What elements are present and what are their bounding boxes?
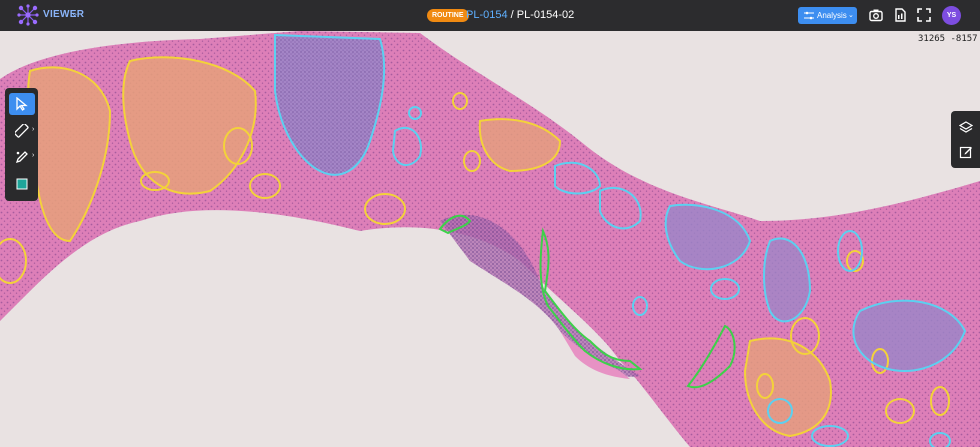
slide-viewport[interactable] xyxy=(0,31,980,447)
chevron-right-icon[interactable]: › xyxy=(32,152,34,159)
avatar[interactable]: YS xyxy=(942,6,961,25)
slide-id: PL-0154-02 xyxy=(516,9,575,21)
color-picker-button[interactable] xyxy=(9,173,35,195)
select-tool-button[interactable] xyxy=(9,93,35,115)
camera-icon[interactable] xyxy=(869,8,883,22)
status-badge: ROUTINE xyxy=(427,9,469,22)
top-bar: VIEWER ⌄ ROUTINE PL-0154 / PL-0154-02 An… xyxy=(0,0,980,31)
annotate-pen-icon xyxy=(15,151,28,164)
breadcrumb-separator: / xyxy=(507,9,517,21)
ruler-icon xyxy=(15,124,29,138)
breadcrumb: PL-0154 / PL-0154-02 xyxy=(466,9,574,21)
fullscreen-icon[interactable] xyxy=(917,8,931,22)
coordinate-readout: 31265 -8157 xyxy=(918,34,978,44)
analysis-button[interactable]: Analysis ⌄ xyxy=(798,7,857,24)
layers-icon[interactable] xyxy=(959,121,973,135)
color-swatch-icon xyxy=(16,178,28,190)
cursor-icon xyxy=(16,97,28,111)
sliders-icon xyxy=(804,11,814,20)
chevron-down-icon: ⌄ xyxy=(848,12,854,19)
right-toolbar xyxy=(951,111,980,168)
analysis-label: Analysis xyxy=(817,11,847,20)
edit-icon[interactable] xyxy=(959,145,973,159)
report-icon[interactable] xyxy=(893,8,907,22)
left-toolbar: › › xyxy=(5,88,38,201)
chevron-right-icon[interactable]: › xyxy=(32,126,34,133)
case-id-link[interactable]: PL-0154 xyxy=(466,9,508,21)
chevron-down-icon[interactable]: ⌄ xyxy=(71,8,79,19)
network-logo-icon[interactable] xyxy=(17,4,39,26)
